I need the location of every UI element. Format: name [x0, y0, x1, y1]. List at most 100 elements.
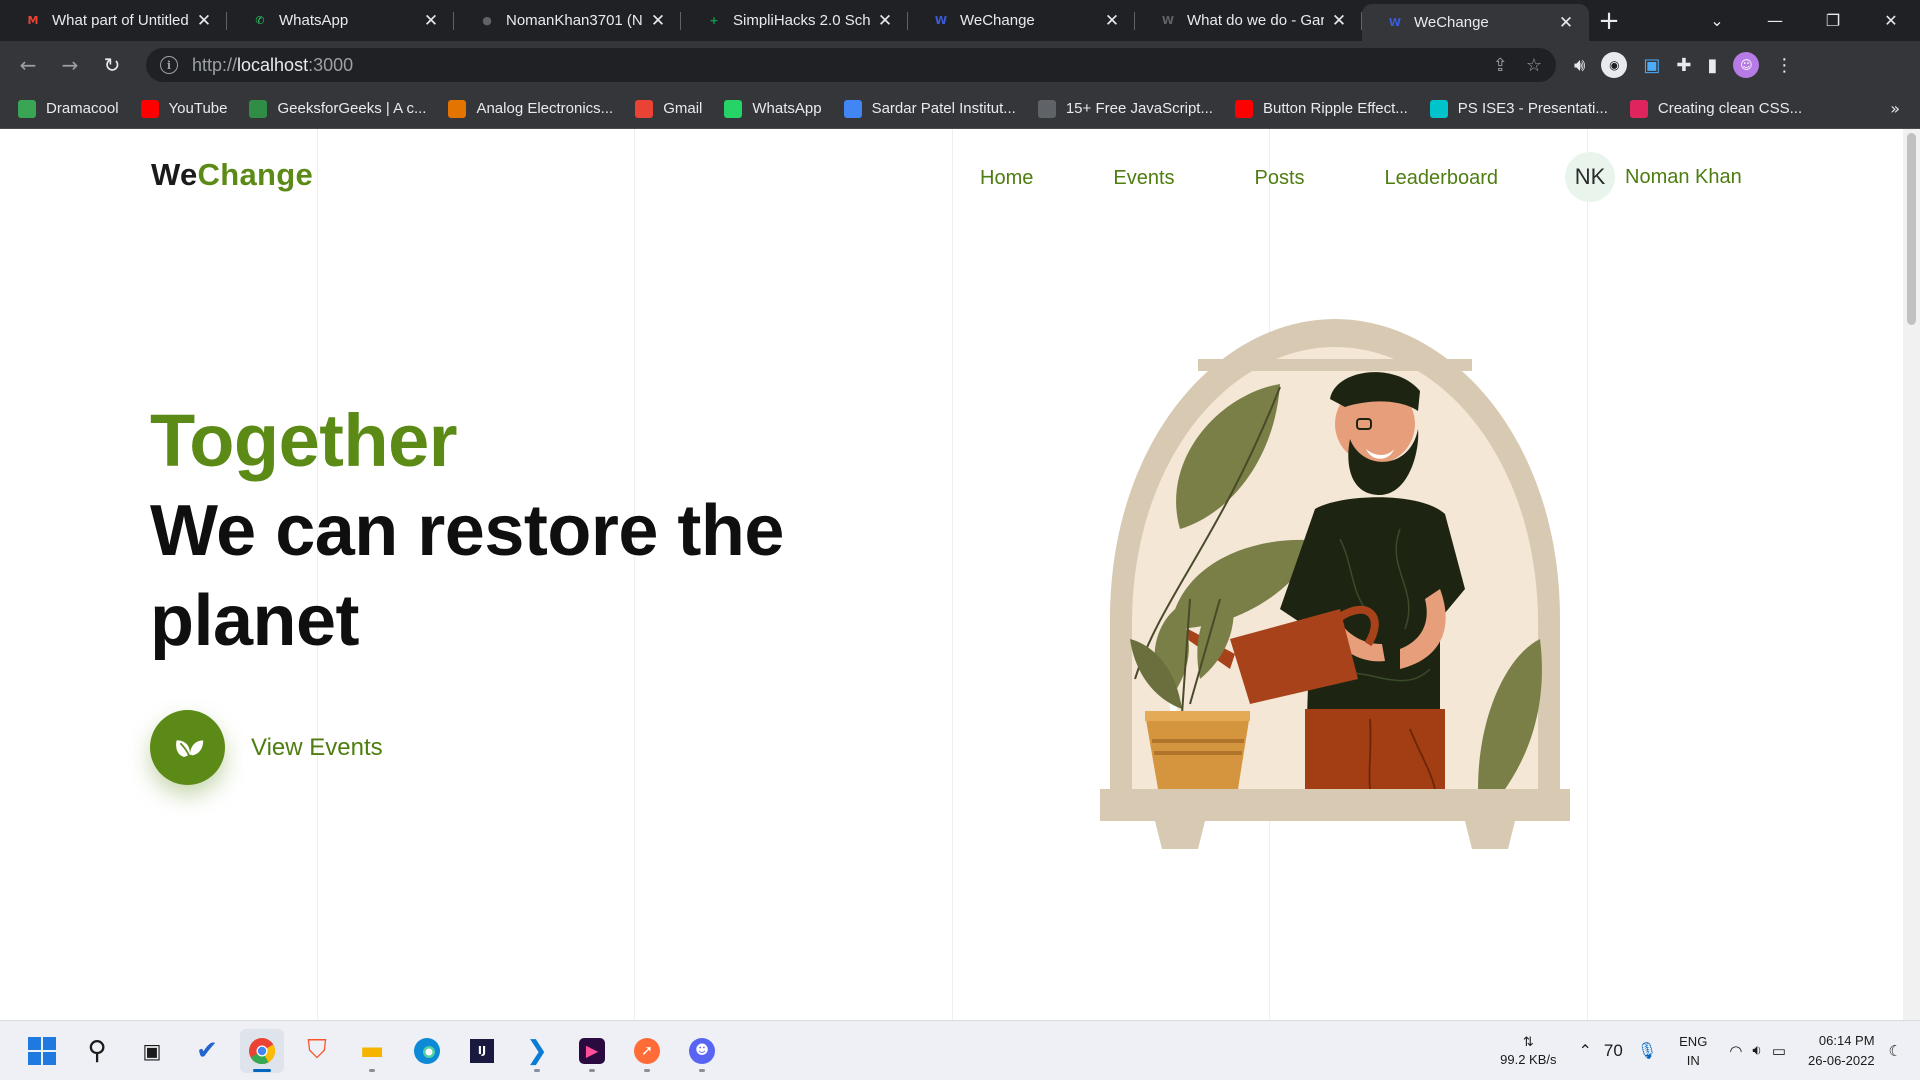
- bookmark-item[interactable]: GeeksforGeeks | A c...: [249, 99, 426, 118]
- microphone-icon[interactable]: 🎙︎: [1637, 1041, 1657, 1061]
- tab-close-icon[interactable]: ✕: [649, 11, 667, 31]
- bookmark-item[interactable]: Button Ripple Effect...: [1234, 99, 1408, 118]
- browser-tab[interactable]: + SimpliHacks 2.0 Schec ✕: [681, 0, 908, 41]
- gardener-illustration: [1100, 319, 1570, 849]
- site-logo[interactable]: WeChange: [151, 157, 313, 193]
- tray-overflow-icon[interactable]: ⌃: [1579, 1041, 1592, 1061]
- hero-subtitle: We can restore the planet: [150, 491, 784, 661]
- browser-tab[interactable]: W WeChange ✕: [908, 0, 1135, 41]
- screen-capture-icon[interactable]: ▣: [1643, 55, 1660, 76]
- view-events-cta[interactable]: View Events: [150, 710, 383, 785]
- side-panel-icon[interactable]: ▮: [1707, 55, 1717, 76]
- edge-app[interactable]: [405, 1029, 449, 1073]
- address-bar[interactable]: i http://localhost:3000 ⇪ ☆: [146, 48, 1556, 82]
- tab-close-icon[interactable]: ✕: [1330, 11, 1348, 31]
- new-tab-button[interactable]: +: [1589, 0, 1629, 41]
- postman-app[interactable]: ➚: [625, 1029, 669, 1073]
- github-icon: [1037, 99, 1056, 118]
- file-explorer-app[interactable]: ▬: [350, 1029, 394, 1073]
- tab-close-icon[interactable]: ✕: [1103, 11, 1121, 31]
- quick-settings[interactable]: ◠ 🔉︎ ▭: [1729, 1042, 1786, 1060]
- discord-app[interactable]: ☻: [680, 1029, 724, 1073]
- notifications-icon[interactable]: ☾: [1889, 1042, 1902, 1060]
- tab-close-icon[interactable]: ✕: [1557, 13, 1575, 33]
- nav-leaderboard[interactable]: Leaderboard: [1385, 167, 1498, 190]
- bookmark-item[interactable]: YouTube: [140, 99, 227, 118]
- minimize-button[interactable]: —: [1746, 0, 1804, 41]
- tab-search-icon[interactable]: ⌄: [1688, 0, 1746, 41]
- nav-home[interactable]: Home: [980, 167, 1033, 190]
- bookmark-item[interactable]: 15+ Free JavaScript...: [1037, 99, 1213, 118]
- share-icon[interactable]: ⇪: [1493, 55, 1508, 76]
- menu-kebab-icon[interactable]: ⋮: [1775, 55, 1793, 76]
- tab-title: What part of Untitled: [52, 12, 189, 29]
- brave-app[interactable]: ⛉: [295, 1029, 339, 1073]
- forward-button[interactable]: →: [50, 45, 90, 85]
- browser-tab[interactable]: ● NomanKhan3701 (No ✕: [454, 0, 681, 41]
- tab-close-icon[interactable]: ✕: [195, 11, 213, 31]
- hero-heading: Together We can restore the planet: [150, 396, 850, 666]
- terminal-app[interactable]: ▶: [570, 1029, 614, 1073]
- avatar[interactable]: NK: [1565, 152, 1615, 202]
- system-tray: ⇅ 99.2 KB/s ⌃ 70 🎙︎ ENG IN ◠ 🔉︎ ▭ 06:14 …: [1500, 1021, 1902, 1080]
- scrollbar-thumb[interactable]: [1907, 133, 1916, 325]
- weather-temp[interactable]: 70: [1604, 1041, 1623, 1061]
- bookmarks-bar: Dramacool YouTube GeeksforGeeks | A c... An…: [0, 89, 1920, 129]
- bookmark-item[interactable]: PS ISE3 - Presentati...: [1429, 99, 1608, 118]
- reload-button[interactable]: ↻: [92, 45, 132, 85]
- profile-avatar-icon[interactable]: ☺: [1733, 52, 1760, 78]
- maximize-button[interactable]: ❐: [1804, 0, 1862, 41]
- window-controls: ⌄ — ❐ ✕: [1688, 0, 1920, 41]
- whatsapp-icon: ✆: [255, 14, 265, 27]
- intellij-icon: IJ: [470, 1038, 494, 1063]
- brave-icon: ⛉: [307, 1035, 327, 1065]
- browser-tab[interactable]: M What part of Untitled ✕: [0, 0, 227, 41]
- view-events-label[interactable]: View Events: [251, 734, 383, 762]
- clock[interactable]: 06:14 PM 26-06-2022: [1808, 1031, 1875, 1071]
- bookmark-star-icon[interactable]: ☆: [1526, 55, 1542, 76]
- browser-tab[interactable]: ✆ WhatsApp ✕: [227, 0, 454, 41]
- bookmark-item[interactable]: Sardar Patel Institut...: [843, 99, 1016, 118]
- vscode-icon: ❯: [526, 1035, 548, 1066]
- start-button[interactable]: [20, 1029, 64, 1073]
- intellij-app[interactable]: IJ: [460, 1029, 504, 1073]
- search-button[interactable]: ⚲: [75, 1029, 119, 1073]
- bookmark-item[interactable]: Gmail: [635, 99, 703, 118]
- view-events-button[interactable]: [150, 710, 225, 785]
- sheets-icon: +: [709, 14, 719, 27]
- audio-icon[interactable]: 🔊︎: [1574, 55, 1585, 76]
- page-scrollbar[interactable]: [1903, 129, 1920, 1020]
- network-speed-widget[interactable]: ⇅ 99.2 KB/s: [1500, 1033, 1556, 1069]
- logo-part-we: We: [151, 157, 198, 192]
- browser-tab[interactable]: W What do we do - Garc ✕: [1135, 0, 1362, 41]
- extension-icon[interactable]: ◉: [1601, 52, 1628, 78]
- bookmark-item[interactable]: Creating clean CSS...: [1629, 99, 1803, 118]
- bookmark-item[interactable]: Dramacool: [18, 99, 119, 118]
- bookmark-label: Gmail: [663, 100, 703, 117]
- bookmarks-overflow-button[interactable]: »: [1890, 99, 1900, 118]
- bookmark-item[interactable]: Analog Electronics...: [448, 99, 613, 118]
- site-info-icon[interactable]: i: [160, 56, 178, 74]
- task-view-button[interactable]: ▣: [130, 1029, 174, 1073]
- chrome-app[interactable]: [240, 1028, 284, 1073]
- todo-app[interactable]: ✔: [185, 1029, 229, 1073]
- nav-events[interactable]: Events: [1113, 167, 1174, 190]
- calendar-icon: [843, 99, 862, 118]
- vscode-app[interactable]: ❯: [515, 1029, 559, 1073]
- bookmark-label: Sardar Patel Institut...: [871, 100, 1016, 117]
- browser-tab[interactable]: W WeChange ✕: [1362, 4, 1589, 41]
- tab-close-icon[interactable]: ✕: [876, 11, 894, 31]
- back-button[interactable]: ←: [8, 45, 48, 85]
- nav-posts[interactable]: Posts: [1255, 167, 1305, 190]
- edge-icon: [414, 1037, 440, 1064]
- language-indicator[interactable]: ENG IN: [1679, 1032, 1707, 1070]
- user-menu[interactable]: NK Noman Khan: [1565, 152, 1742, 202]
- wifi-icon: ◠: [1729, 1043, 1743, 1060]
- user-name[interactable]: Noman Khan: [1625, 166, 1742, 189]
- page-viewport: WeChange Home Events Posts Leaderboard N…: [0, 129, 1920, 1020]
- bookmark-label: Creating clean CSS...: [1657, 100, 1803, 117]
- bookmark-item[interactable]: WhatsApp: [724, 99, 822, 118]
- tab-close-icon[interactable]: ✕: [422, 11, 440, 31]
- extensions-puzzle-icon[interactable]: ✚: [1676, 55, 1691, 76]
- close-window-button[interactable]: ✕: [1862, 0, 1920, 41]
